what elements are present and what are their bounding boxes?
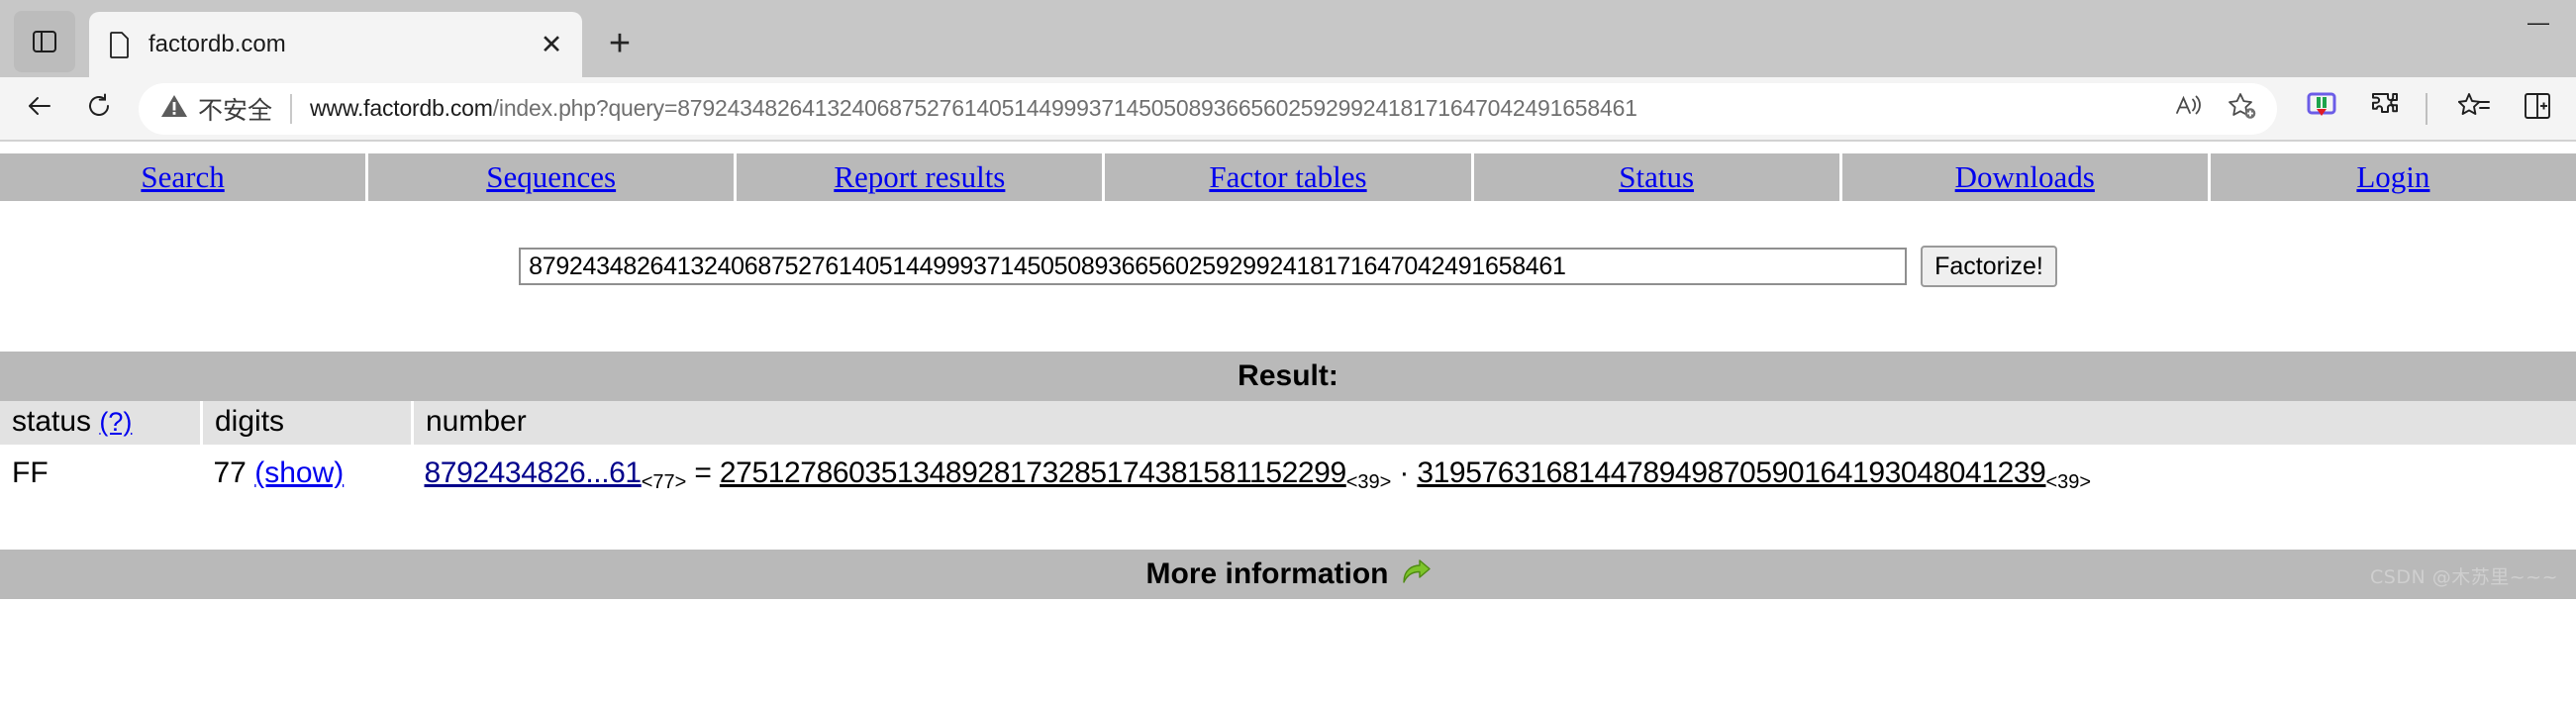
back-button[interactable] xyxy=(10,83,69,135)
multiply-sign: · xyxy=(1399,456,1410,489)
equals-sign: = xyxy=(694,456,712,489)
browser-chrome: factordb.com ✕ + — 不安全 www.factordb.com/… xyxy=(0,0,2576,142)
read-aloud-button[interactable] xyxy=(2162,86,2216,132)
collections-icon xyxy=(2457,91,2490,126)
extensions-button[interactable] xyxy=(2356,83,2414,135)
digits-value: 77 xyxy=(213,456,247,489)
add-favorite-star-icon xyxy=(2228,91,2257,126)
number-digit-count: <77> xyxy=(641,471,687,493)
column-header-digits: digits xyxy=(201,401,414,445)
nav-link-sequences[interactable]: Sequences xyxy=(486,159,616,195)
nav-link-report-results[interactable]: Report results xyxy=(834,159,1005,195)
navigation-toolbar: 不安全 www.factordb.com/index.php?query=879… xyxy=(0,77,2576,142)
site-security-chip[interactable]: 不安全 xyxy=(160,91,272,127)
result-heading: Result: xyxy=(1238,359,1338,392)
url-text: www.factordb.com/index.php?query=8792434… xyxy=(310,95,2162,122)
tab-strip: factordb.com ✕ + — xyxy=(0,0,2576,77)
query-input[interactable] xyxy=(519,248,1908,285)
browser-tab[interactable]: factordb.com ✕ xyxy=(89,12,582,77)
factor-digit-count-1: <39> xyxy=(1345,471,1392,493)
url-host: www.factordb.com xyxy=(310,95,493,121)
number-link[interactable]: 8792434826...61 xyxy=(425,456,643,489)
cell-digits: 77 (show) xyxy=(202,445,413,502)
nav-cell-report-results: Report results xyxy=(737,153,1106,201)
factorize-button[interactable]: Factorize! xyxy=(1921,246,2057,287)
warning-triangle-icon xyxy=(160,93,188,124)
read-aloud-icon xyxy=(2174,93,2204,124)
column-header-number: number xyxy=(412,401,2576,445)
add-favorite-button[interactable] xyxy=(2216,86,2269,132)
nav-link-status[interactable]: Status xyxy=(1619,159,1694,195)
minimize-button[interactable]: — xyxy=(2507,0,2570,46)
nav-link-login[interactable]: Login xyxy=(2356,159,2429,195)
window-controls: — xyxy=(2507,0,2576,77)
split-screen-icon xyxy=(2523,91,2552,126)
nav-cell-login: Login xyxy=(2211,153,2576,201)
extension-colorful-icon xyxy=(2305,89,2338,128)
nav-cell-downloads: Downloads xyxy=(1842,153,2211,201)
result-heading-bar: Result: xyxy=(0,352,2576,401)
table-row: FF 77 (show) 8792434826...61<77> = 2751278… xyxy=(0,445,2576,502)
search-form: Factorize! xyxy=(0,246,2576,287)
green-forward-arrow-icon xyxy=(1401,558,1431,591)
page-content: Search Sequences Report results Factor t… xyxy=(0,153,2576,599)
column-header-status-label: status xyxy=(12,405,92,438)
table-header-row: status (?) digits number xyxy=(0,401,2576,445)
omnibox-divider xyxy=(290,93,293,124)
cell-status: FF xyxy=(12,456,49,489)
nav-link-downloads[interactable]: Downloads xyxy=(1955,159,2095,195)
status-help-link[interactable]: (?) xyxy=(99,407,132,437)
nav-cell-factor-tables: Factor tables xyxy=(1105,153,1474,201)
column-header-status: status (?) xyxy=(0,401,203,445)
address-bar[interactable]: 不安全 www.factordb.com/index.php?query=879… xyxy=(139,82,2277,135)
sidebar-icon xyxy=(31,28,58,55)
nav-link-search[interactable]: Search xyxy=(141,159,224,195)
toolbar-divider xyxy=(2426,92,2427,125)
split-screen-button[interactable] xyxy=(2509,83,2566,135)
reload-icon xyxy=(85,92,113,125)
page-icon xyxy=(107,30,133,59)
site-navigation-bar: Search Sequences Report results Factor t… xyxy=(0,153,2576,201)
back-arrow-icon xyxy=(25,91,54,126)
new-tab-button[interactable]: + xyxy=(594,18,645,69)
factor-digit-count-2: <39> xyxy=(2045,471,2092,493)
extension-colorful-button[interactable] xyxy=(2293,83,2350,135)
more-information-label: More information xyxy=(1145,557,1389,590)
factor-link-1[interactable]: 275127860351348928173285174381581152299 xyxy=(720,456,1346,489)
results-table: status (?) digits number FF 77 (show) 87… xyxy=(0,401,2576,502)
cell-number: 8792434826...61<77> = 27512786035134892817… xyxy=(413,445,2576,502)
sidebar-toggle-button[interactable] xyxy=(14,11,75,72)
factor-link-2[interactable]: 319576316814478949870590164193048041239 xyxy=(1417,456,2046,489)
security-status-text: 不安全 xyxy=(198,95,273,125)
nav-cell-sequences: Sequences xyxy=(368,153,738,201)
nav-link-factor-tables[interactable]: Factor tables xyxy=(1209,159,1366,195)
reload-button[interactable] xyxy=(69,83,129,135)
extensions-puzzle-icon xyxy=(2370,91,2400,126)
nav-cell-status: Status xyxy=(1474,153,1842,201)
nav-cell-search: Search xyxy=(0,153,369,201)
show-link[interactable]: (show) xyxy=(254,456,344,489)
more-information-bar[interactable]: More information xyxy=(0,550,2576,599)
tab-title: factordb.com xyxy=(149,31,286,57)
url-path: /index.php?query=87924348264132406875276… xyxy=(492,95,1637,121)
collections-button[interactable] xyxy=(2445,83,2503,135)
tab-close-button[interactable]: ✕ xyxy=(531,24,572,65)
